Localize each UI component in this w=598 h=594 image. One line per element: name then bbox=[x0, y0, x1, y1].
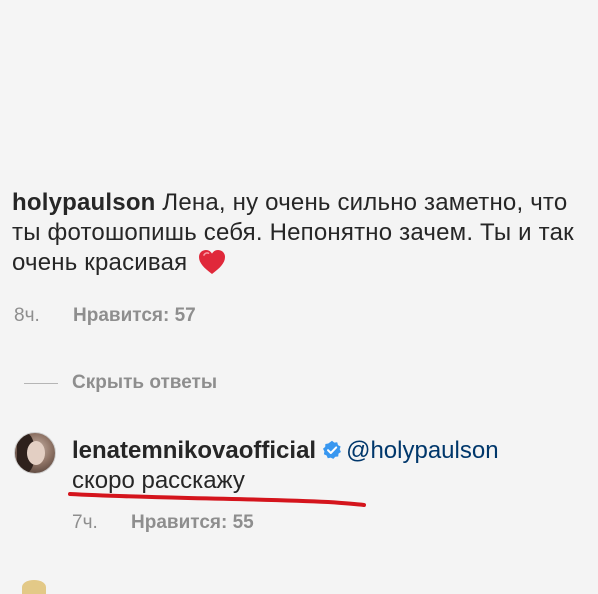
reply-time: 7ч. bbox=[72, 512, 98, 533]
avatar[interactable] bbox=[14, 432, 56, 474]
reply-header: lenatemnikovaofficial @holypaulson bbox=[72, 436, 592, 466]
comment-likes-button[interactable]: Нравится: 57 bbox=[73, 305, 196, 326]
reply-meta: 7ч. Нравится: 55 bbox=[72, 512, 254, 534]
red-underline-annotation bbox=[68, 492, 366, 507]
hide-replies-button[interactable]: Скрыть ответы bbox=[24, 372, 217, 394]
next-comment-avatar bbox=[22, 580, 46, 594]
divider-line bbox=[24, 382, 58, 384]
comment-time: 8ч. bbox=[14, 305, 40, 326]
reply-mention-link[interactable]: @holypaulson bbox=[346, 437, 498, 464]
image-area-blank bbox=[0, 0, 598, 170]
hide-replies-label: Скрыть ответы bbox=[72, 372, 218, 393]
comment-username[interactable]: holypaulson bbox=[12, 189, 156, 216]
heart-icon bbox=[199, 250, 226, 274]
reply-likes-button[interactable]: Нравится: 55 bbox=[131, 512, 254, 533]
verified-badge-icon bbox=[323, 440, 341, 459]
comment-meta: 8ч. Нравится: 57 bbox=[14, 305, 196, 327]
reply-username[interactable]: lenatemnikovaofficial bbox=[72, 437, 316, 464]
comment: holypaulson Лена, ну очень сильно заметн… bbox=[12, 188, 587, 278]
